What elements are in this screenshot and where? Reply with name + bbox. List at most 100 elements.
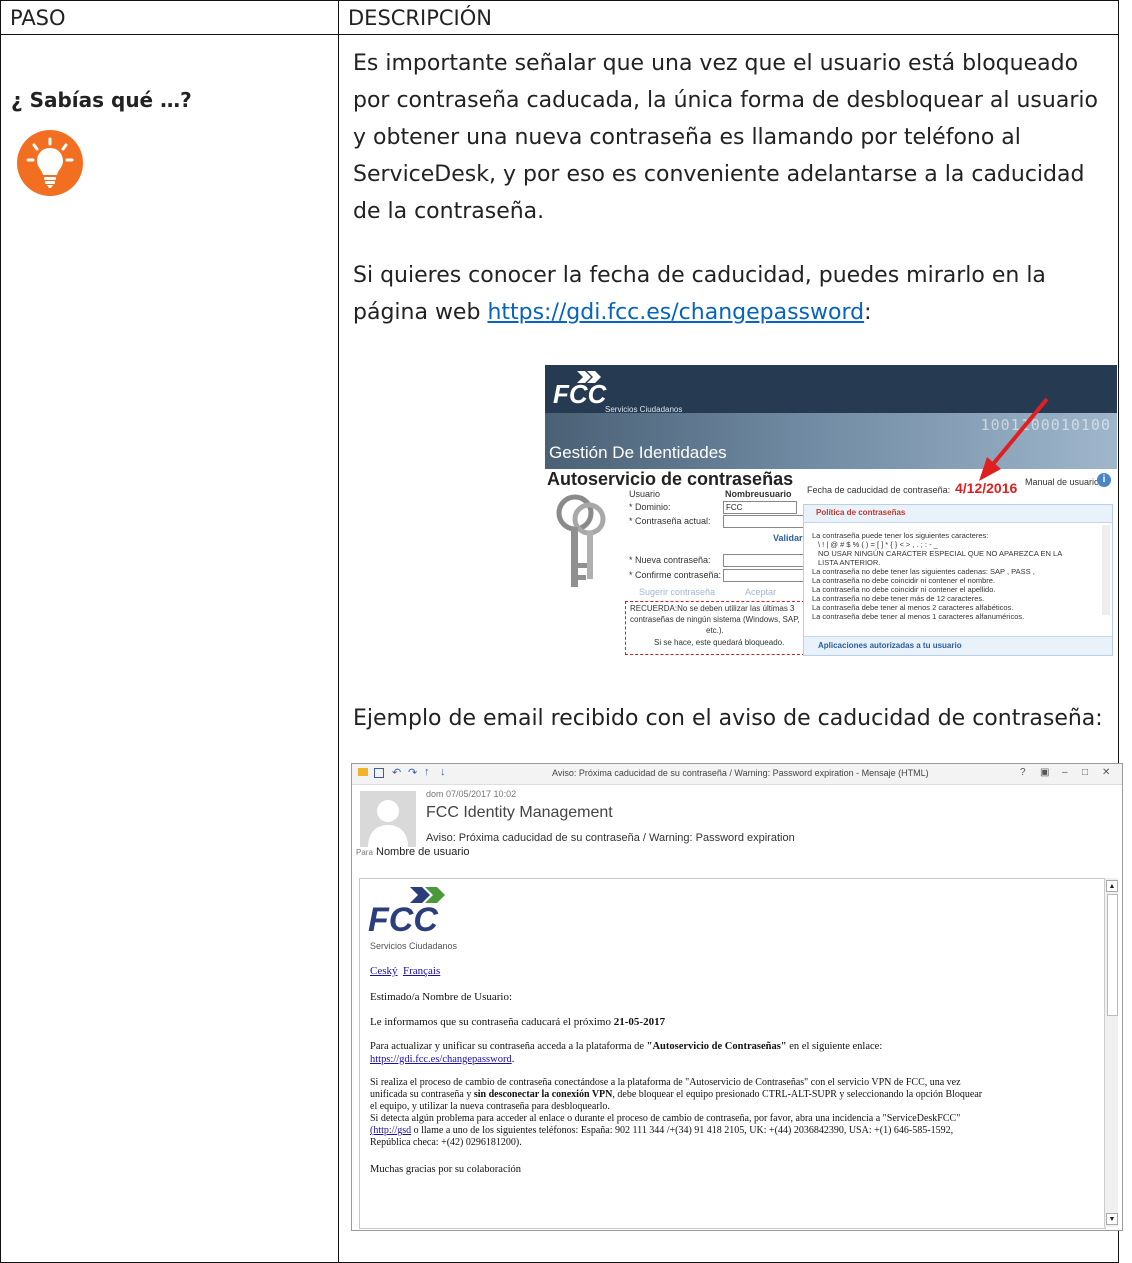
email-subject: Aviso: Próxima caducidad de su contraseñ… (426, 832, 795, 844)
maximize-icon[interactable]: □ (1082, 767, 1088, 778)
email-vpn-2-bold: sin desconectar la conexión VPN (473, 1089, 613, 1100)
portal-actual-label: * Contraseña actual: (629, 516, 711, 526)
policy-item: La contraseña no debe tener las siguient… (812, 567, 1035, 576)
email-problem-line-3: República checa: +(42) 0296181200). (370, 1137, 522, 1148)
email-sender: FCC Identity Management (426, 804, 613, 821)
red-arrow-icon (975, 395, 1055, 490)
portal-aceptar-button[interactable]: Aceptar (745, 587, 776, 597)
portal-logo-text: FCC (553, 379, 607, 409)
header-descripcion: DESCRIPCIÓN (338, 0, 1119, 35)
policy-header[interactable]: Política de contraseñas (804, 505, 1112, 523)
close-icon[interactable]: ✕ (1102, 767, 1110, 778)
email-problem-2-suffix: o llame a uno de los siguientes teléfono… (413, 1125, 954, 1136)
email-vpn-2-prefix: unificada su contraseña y (370, 1089, 472, 1100)
apps-footer-label: Aplicaciones autorizadas a tu usuario (818, 641, 962, 650)
email-changepassword-link[interactable]: https://gdi.fcc.es/changepassword (370, 1054, 512, 1065)
undo-icon[interactable]: ↶ (392, 766, 401, 779)
scroll-up-icon[interactable]: ▲ (1106, 880, 1118, 892)
portal-sugerir-button[interactable]: Sugerir contraseña (639, 587, 715, 597)
email-update-bold: "Autoservicio de Contraseñas" (646, 1041, 787, 1052)
email-vpn-line-2: unificada su contraseña y sin desconecta… (370, 1089, 982, 1100)
scroll-down-icon[interactable]: ▼ (1106, 1213, 1118, 1225)
policy-item: LISTA ANTERIOR. (818, 558, 881, 567)
portal-dominio-label: * Dominio: (629, 502, 671, 512)
apps-footer[interactable]: Aplicaciones autorizadas a tu usuario (804, 636, 1112, 655)
descripcion-cell: Es importante señalar que una vez que el… (338, 34, 1123, 1263)
email-vpn-2-suffix: , debe bloquear el equipo presionado CTR… (612, 1089, 983, 1100)
email-vpn-line-3: el equipo, y utilizar la nueva contraseñ… (370, 1101, 610, 1112)
email-update-link-line: https://gdi.fcc.es/changepassword. (370, 1054, 514, 1065)
portal-nueva-input[interactable] (723, 554, 805, 567)
header-paso: PASO (0, 0, 339, 35)
portal-title: Autoservicio de contraseñas (547, 469, 794, 489)
changepassword-link[interactable]: https://gdi.fcc.es/changepassword (487, 300, 864, 325)
portal-policy-panel: Política de contraseñas La contraseña pu… (803, 504, 1113, 656)
paragraph-servicedesk: Es importante señalar que una vez que el… (353, 51, 1098, 224)
portal-confirme-label: * Confirme contraseña: (629, 570, 722, 580)
email-logo-text: FCC (368, 901, 438, 939)
email-problem-line-2: (http://gsd o llame a uno de los siguien… (370, 1125, 953, 1136)
info-icon[interactable]: i (1097, 473, 1111, 487)
portal-dominio-select[interactable]: FCC (723, 501, 797, 514)
email-icon (358, 768, 368, 776)
email-update-link-suffix: . (511, 1054, 515, 1065)
email-expiry-prefix: Le informamos que su contraseña caducará… (370, 1016, 611, 1028)
policy-item: La contraseña no debe tener más de 12 ca… (812, 594, 985, 603)
portal-screenshot: FCC Servicios Ciudadanos 1001100010100 G… (545, 365, 1117, 658)
redo-icon[interactable]: ↷ (408, 766, 417, 779)
email-titlebar: ↶ ↷ ↑ ↓ Aviso: Próxima caducidad de su c… (352, 764, 1122, 785)
recuerda-line-3: etc.). (706, 626, 724, 635)
recuerda-line-4: Si se hace, este quedará bloqueado. (654, 638, 785, 647)
email-vpn-line-1: Si realiza el proceso de cambio de contr… (370, 1077, 961, 1088)
avatar (360, 791, 416, 847)
arrow-down-icon[interactable]: ↓ (440, 766, 446, 778)
email-gsd-link[interactable]: (http://gsd (370, 1125, 411, 1136)
email-lang-links: Ceský Français (370, 965, 440, 977)
tip-title: ¿ Sabías qué …? (11, 88, 192, 112)
email-date: dom 07/05/2017 10:02 (426, 789, 517, 799)
policy-item: La contraseña debe tener al menos 1 cara… (812, 612, 1025, 621)
minimize-icon[interactable]: – (1062, 767, 1068, 778)
help-icon[interactable]: ? (1020, 767, 1026, 778)
paso-cell: ¿ Sabías qué …? (0, 34, 339, 1263)
portal-actual-input[interactable] (723, 515, 805, 528)
email-logo-sub: Servicios Ciudadanos (370, 941, 458, 951)
policy-item: La contraseña no debe coincidir ni conte… (812, 585, 996, 594)
lang-fr-link[interactable]: Français (403, 965, 440, 977)
ribbon-icon[interactable]: ▣ (1040, 767, 1049, 778)
portal-usuario-label: Usuario (629, 489, 661, 499)
keys-icon (551, 493, 611, 608)
policy-item: La contraseña puede tener los siguientes… (812, 531, 989, 540)
portal-usuario-value: Nombreusuario (725, 489, 792, 499)
policy-item: NO USAR NINGÚN CARACTER ESPECIAL QUE NO … (818, 549, 1063, 558)
scroll-thumb[interactable] (1107, 894, 1118, 1016)
portal-nueva-label: * Nueva contraseña: (629, 555, 711, 565)
portal-recuerda-box: RECUERDA:No se deben utilizar las última… (625, 601, 805, 655)
email-to-label: Para (356, 848, 373, 857)
paragraph-ejemplo-email: Ejemplo de email recibido con el aviso d… (353, 706, 1103, 731)
policy-item: \ ! | @ # $ % ( ) = [ ] * { } < > , . ; … (818, 540, 938, 549)
email-problem-line-1: Si detecta algún problema para acceder a… (370, 1113, 961, 1124)
lightbulb-icon (17, 130, 83, 196)
email-update-prefix: Para actualizar y unificar su contraseña… (370, 1041, 645, 1052)
policy-item: La contraseña debe tener al menos 2 cara… (812, 603, 1014, 612)
portal-validar-button[interactable]: Validar (773, 533, 803, 543)
portal-expiry-label: Fecha de caducidad de contraseña: (807, 485, 951, 495)
arrow-up-icon[interactable]: ↑ (424, 766, 430, 778)
portal-confirme-input[interactable] (723, 569, 805, 582)
email-expiry-line: Le informamos que su contraseña caducará… (370, 1016, 665, 1028)
email-thanks: Muchas gracias por su colaboración (370, 1164, 522, 1175)
save-icon[interactable] (374, 768, 384, 778)
lang-cz-link[interactable]: Ceský (370, 965, 398, 977)
email-to-value: Nombre de usuario (376, 846, 470, 858)
recuerda-line-1: RECUERDA:No se deben utilizar las última… (630, 604, 795, 613)
document-table: PASO DESCRIPCIÓN ¿ Sabías qué …? Es impo… (0, 0, 1123, 1263)
email-scrollbar[interactable]: ▲ ▼ (1104, 878, 1118, 1227)
policy-scrollbar[interactable] (1102, 525, 1110, 615)
policy-item: La contraseña no debe coincidir ni conte… (812, 576, 996, 585)
paragraph-fecha-suffix: : (864, 300, 872, 325)
email-update-suffix: en el siguiente enlace: (789, 1041, 883, 1052)
email-greeting: Estimado/a Nombre de Usuario: (370, 991, 513, 1003)
portal-band-title: Gestión De Identidades (549, 443, 727, 462)
email-expiry-date: 21-05-2017 (613, 1016, 666, 1028)
